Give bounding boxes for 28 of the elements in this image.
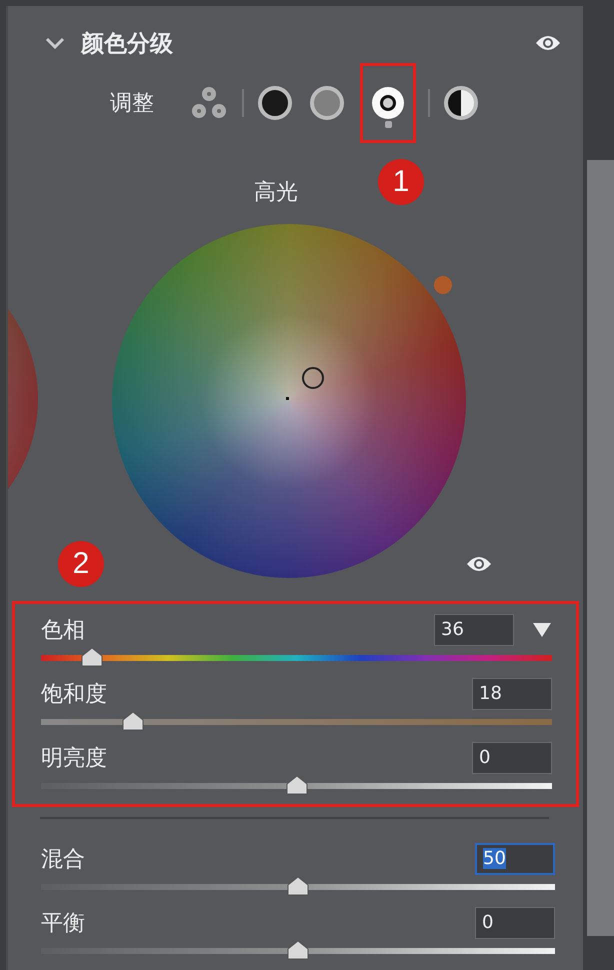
hue-marker[interactable] (434, 276, 452, 294)
slider-thumb[interactable] (287, 940, 309, 960)
slider-label: 平衡 (41, 910, 86, 938)
value-field[interactable]: 18 (472, 678, 552, 710)
slider-thumb[interactable] (122, 711, 144, 731)
slider-label: 混合 (41, 846, 86, 874)
chevron-icon[interactable] (45, 37, 65, 49)
wheel-handle[interactable] (302, 367, 324, 389)
value-field[interactable]: 36 (434, 614, 514, 646)
slider-label: 明亮度 (41, 744, 108, 772)
callout-badge: 2 (58, 541, 104, 587)
target-icon[interactable] (360, 63, 416, 143)
value-field[interactable]: 50 (475, 842, 555, 874)
slider-label: 色相 (41, 616, 86, 644)
section-title: 颜色分级 (81, 30, 174, 58)
value-field[interactable]: 0 (475, 906, 555, 938)
eye-icon[interactable] (466, 555, 492, 573)
value-field[interactable]: 0 (472, 742, 552, 774)
slider-thumb[interactable] (286, 775, 308, 795)
dropdown-icon[interactable] (532, 622, 552, 638)
eye-icon[interactable] (535, 34, 561, 52)
wheel-label: 高光 (254, 179, 298, 207)
slider-thumb[interactable] (81, 647, 104, 667)
slider-label: 饱和度 (41, 680, 108, 708)
scrollbar-thumb[interactable] (587, 160, 614, 936)
callout-badge: 1 (378, 159, 424, 205)
adjust-label: 调整 (110, 90, 154, 118)
slider-thumb[interactable] (287, 876, 309, 896)
